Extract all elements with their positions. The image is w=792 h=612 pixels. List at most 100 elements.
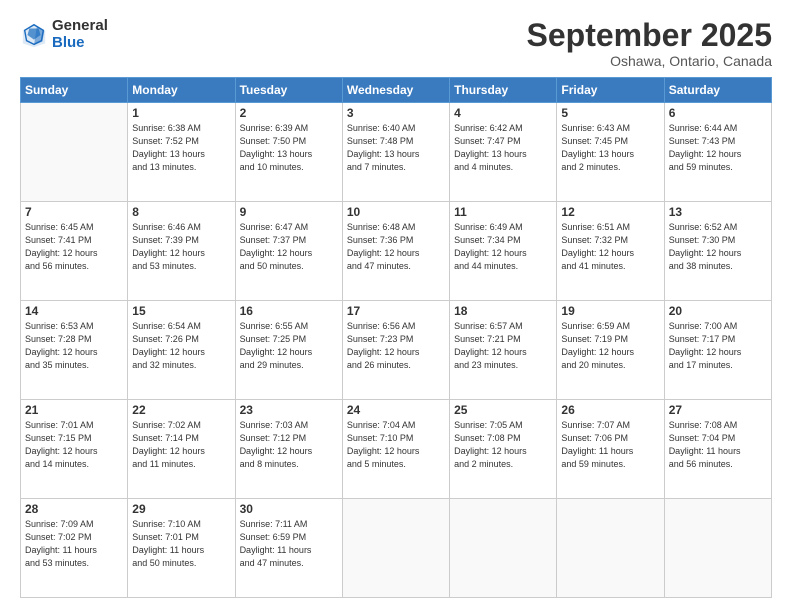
calendar-cell: 2 Sunrise: 6:39 AM Sunset: 7:50 PM Daylig…	[235, 103, 342, 202]
day-number: 25	[454, 403, 552, 417]
day-number: 24	[347, 403, 445, 417]
day-info: Sunrise: 7:01 AM Sunset: 7:15 PM Dayligh…	[25, 419, 123, 471]
calendar-cell: 24 Sunrise: 7:04 AM Sunset: 7:10 PM Dayli…	[342, 400, 449, 499]
day-info: Sunrise: 6:54 AM Sunset: 7:26 PM Dayligh…	[132, 320, 230, 372]
day-number: 23	[240, 403, 338, 417]
day-info: Sunrise: 7:10 AM Sunset: 7:01 PM Dayligh…	[132, 518, 230, 570]
day-info: Sunrise: 7:11 AM Sunset: 6:59 PM Dayligh…	[240, 518, 338, 570]
title-location: Oshawa, Ontario, Canada	[527, 53, 772, 69]
day-info: Sunrise: 7:02 AM Sunset: 7:14 PM Dayligh…	[132, 419, 230, 471]
logo-text: General Blue	[52, 18, 108, 51]
calendar-cell: 19 Sunrise: 6:59 AM Sunset: 7:19 PM Dayli…	[557, 301, 664, 400]
calendar-cell: 26Sunrise: 7:07 AM Sunset: 7:06 PM Dayli…	[557, 400, 664, 499]
calendar-cell: 13Sunrise: 6:52 AM Sunset: 7:30 PM Dayli…	[664, 202, 771, 301]
calendar-cell	[664, 499, 771, 598]
calendar-cell: 17 Sunrise: 6:56 AM Sunset: 7:23 PM Dayli…	[342, 301, 449, 400]
calendar-cell: 3 Sunrise: 6:40 AM Sunset: 7:48 PM Daylig…	[342, 103, 449, 202]
calendar-cell: 20 Sunrise: 7:00 AM Sunset: 7:17 PM Dayli…	[664, 301, 771, 400]
title-block: September 2025 Oshawa, Ontario, Canada	[527, 18, 772, 69]
logo-blue-text: Blue	[52, 35, 108, 52]
day-info: Sunrise: 6:44 AM Sunset: 7:43 PM Dayligh…	[669, 122, 767, 174]
calendar-cell: 12Sunrise: 6:51 AM Sunset: 7:32 PM Dayli…	[557, 202, 664, 301]
day-number: 1	[132, 106, 230, 120]
header-thursday: Thursday	[450, 78, 557, 103]
day-info: Sunrise: 6:59 AM Sunset: 7:19 PM Dayligh…	[561, 320, 659, 372]
calendar-week-2: 14 Sunrise: 6:53 AM Sunset: 7:28 PM Dayli…	[21, 301, 772, 400]
day-info: Sunrise: 6:47 AM Sunset: 7:37 PM Dayligh…	[240, 221, 338, 273]
calendar-header-row: Sunday Monday Tuesday Wednesday Thursday…	[21, 78, 772, 103]
day-number: 12	[561, 205, 659, 219]
day-info: Sunrise: 7:03 AM Sunset: 7:12 PM Dayligh…	[240, 419, 338, 471]
calendar-week-4: 28 Sunrise: 7:09 AM Sunset: 7:02 PM Dayli…	[21, 499, 772, 598]
day-number: 7	[25, 205, 123, 219]
header-friday: Friday	[557, 78, 664, 103]
day-info: Sunrise: 6:40 AM Sunset: 7:48 PM Dayligh…	[347, 122, 445, 174]
calendar-cell: 22 Sunrise: 7:02 AM Sunset: 7:14 PM Dayli…	[128, 400, 235, 499]
day-number: 9	[240, 205, 338, 219]
day-number: 16	[240, 304, 338, 318]
calendar-cell: 11Sunrise: 6:49 AM Sunset: 7:34 PM Dayli…	[450, 202, 557, 301]
day-info: Sunrise: 6:42 AM Sunset: 7:47 PM Dayligh…	[454, 122, 552, 174]
calendar-cell: 30Sunrise: 7:11 AM Sunset: 6:59 PM Dayli…	[235, 499, 342, 598]
calendar-cell: 4 Sunrise: 6:42 AM Sunset: 7:47 PM Daylig…	[450, 103, 557, 202]
calendar-cell: 7 Sunrise: 6:45 AM Sunset: 7:41 PM Daylig…	[21, 202, 128, 301]
day-info: Sunrise: 6:45 AM Sunset: 7:41 PM Dayligh…	[25, 221, 123, 273]
day-info: Sunrise: 6:38 AM Sunset: 7:52 PM Dayligh…	[132, 122, 230, 174]
day-number: 6	[669, 106, 767, 120]
day-info: Sunrise: 6:39 AM Sunset: 7:50 PM Dayligh…	[240, 122, 338, 174]
day-info: Sunrise: 7:05 AM Sunset: 7:08 PM Dayligh…	[454, 419, 552, 471]
title-month: September 2025	[527, 18, 772, 53]
calendar-week-0: 1 Sunrise: 6:38 AM Sunset: 7:52 PM Daylig…	[21, 103, 772, 202]
day-info: Sunrise: 7:00 AM Sunset: 7:17 PM Dayligh…	[669, 320, 767, 372]
calendar-cell: 14 Sunrise: 6:53 AM Sunset: 7:28 PM Dayli…	[21, 301, 128, 400]
calendar-table: Sunday Monday Tuesday Wednesday Thursday…	[20, 77, 772, 598]
day-info: Sunrise: 7:04 AM Sunset: 7:10 PM Dayligh…	[347, 419, 445, 471]
calendar-cell: 16Sunrise: 6:55 AM Sunset: 7:25 PM Dayli…	[235, 301, 342, 400]
day-number: 8	[132, 205, 230, 219]
calendar-cell: 9 Sunrise: 6:47 AM Sunset: 7:37 PM Daylig…	[235, 202, 342, 301]
header-monday: Monday	[128, 78, 235, 103]
day-number: 29	[132, 502, 230, 516]
logo: General Blue	[20, 18, 108, 51]
calendar-cell: 6 Sunrise: 6:44 AM Sunset: 7:43 PM Daylig…	[664, 103, 771, 202]
day-number: 2	[240, 106, 338, 120]
calendar-week-3: 21 Sunrise: 7:01 AM Sunset: 7:15 PM Dayli…	[21, 400, 772, 499]
day-info: Sunrise: 7:07 AM Sunset: 7:06 PM Dayligh…	[561, 419, 659, 471]
header: General Blue September 2025 Oshawa, Onta…	[20, 18, 772, 69]
calendar-cell: 21 Sunrise: 7:01 AM Sunset: 7:15 PM Dayli…	[21, 400, 128, 499]
day-number: 14	[25, 304, 123, 318]
day-info: Sunrise: 6:49 AM Sunset: 7:34 PM Dayligh…	[454, 221, 552, 273]
calendar-cell: 5Sunrise: 6:43 AM Sunset: 7:45 PM Daylig…	[557, 103, 664, 202]
day-info: Sunrise: 6:43 AM Sunset: 7:45 PM Dayligh…	[561, 122, 659, 174]
day-number: 3	[347, 106, 445, 120]
day-number: 17	[347, 304, 445, 318]
calendar-page: General Blue September 2025 Oshawa, Onta…	[0, 0, 792, 612]
day-number: 28	[25, 502, 123, 516]
day-number: 21	[25, 403, 123, 417]
day-number: 27	[669, 403, 767, 417]
day-info: Sunrise: 6:48 AM Sunset: 7:36 PM Dayligh…	[347, 221, 445, 273]
header-tuesday: Tuesday	[235, 78, 342, 103]
calendar-cell: 25 Sunrise: 7:05 AM Sunset: 7:08 PM Dayli…	[450, 400, 557, 499]
day-number: 15	[132, 304, 230, 318]
calendar-cell: 23 Sunrise: 7:03 AM Sunset: 7:12 PM Dayli…	[235, 400, 342, 499]
day-info: Sunrise: 7:08 AM Sunset: 7:04 PM Dayligh…	[669, 419, 767, 471]
header-saturday: Saturday	[664, 78, 771, 103]
calendar-cell	[21, 103, 128, 202]
day-info: Sunrise: 7:09 AM Sunset: 7:02 PM Dayligh…	[25, 518, 123, 570]
header-wednesday: Wednesday	[342, 78, 449, 103]
day-number: 20	[669, 304, 767, 318]
logo-general-text: General	[52, 18, 108, 35]
day-number: 4	[454, 106, 552, 120]
day-info: Sunrise: 6:53 AM Sunset: 7:28 PM Dayligh…	[25, 320, 123, 372]
day-info: Sunrise: 6:52 AM Sunset: 7:30 PM Dayligh…	[669, 221, 767, 273]
day-info: Sunrise: 6:46 AM Sunset: 7:39 PM Dayligh…	[132, 221, 230, 273]
day-info: Sunrise: 6:56 AM Sunset: 7:23 PM Dayligh…	[347, 320, 445, 372]
calendar-cell: 8 Sunrise: 6:46 AM Sunset: 7:39 PM Daylig…	[128, 202, 235, 301]
day-number: 18	[454, 304, 552, 318]
day-info: Sunrise: 6:57 AM Sunset: 7:21 PM Dayligh…	[454, 320, 552, 372]
day-number: 19	[561, 304, 659, 318]
calendar-cell: 18 Sunrise: 6:57 AM Sunset: 7:21 PM Dayli…	[450, 301, 557, 400]
day-number: 22	[132, 403, 230, 417]
calendar-cell: 29 Sunrise: 7:10 AM Sunset: 7:01 PM Dayli…	[128, 499, 235, 598]
